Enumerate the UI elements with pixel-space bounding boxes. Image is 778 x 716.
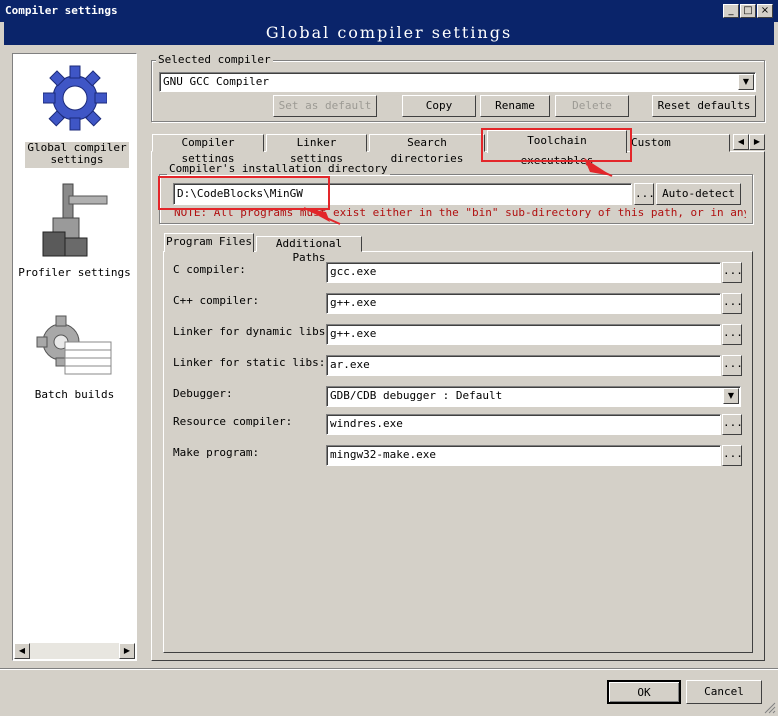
sidebar: Global compiler settings Profiler settin… [12,53,137,661]
reset-defaults-button[interactable]: Reset defaults [652,95,756,117]
sidebar-scrollbar[interactable]: ◀ ▶ [14,643,135,659]
window-titlebar[interactable]: Compiler settings _ □ × [0,0,778,22]
maximize-button[interactable]: □ [740,4,756,18]
footer-divider [0,668,778,670]
c-compiler-input[interactable]: gcc.exe [326,262,721,283]
cpp-compiler-browse-button[interactable]: ... [722,293,743,314]
linker-dynamic-browse-button[interactable]: ... [722,324,743,345]
selected-compiler-label: Selected compiler [156,53,273,66]
rename-button[interactable]: Rename [480,95,550,117]
ok-button[interactable]: OK [607,680,681,704]
chevron-down-icon[interactable]: ▼ [738,74,754,90]
scroll-left-button[interactable]: ◀ [14,643,30,659]
sidebar-item-label: Profiler settings [18,266,131,279]
sidebar-item-profiler-settings[interactable]: Profiler settings [15,178,134,282]
chevron-down-icon[interactable]: ▼ [723,388,739,404]
gear-stack-icon [35,312,115,382]
linker-static-input[interactable]: ar.exe [326,355,721,376]
resize-grip-icon[interactable] [764,702,776,714]
linker-dynamic-label: Linker for dynamic libs: [173,325,332,338]
debugger-select-value: GDB/CDB debugger : Default [330,389,503,402]
make-program-input[interactable]: mingw32-make.exe [326,445,721,466]
auto-detect-button[interactable]: Auto-detect [656,183,741,205]
copy-button[interactable]: Copy [402,95,476,117]
annotation-arrows [303,158,613,225]
sidebar-item-label: Batch builds [34,388,115,401]
window-title: Compiler settings [5,4,118,17]
sidebar-item-label: Global compiler settings [25,142,129,168]
linker-static-label: Linker for static libs: [173,356,326,369]
make-program-browse-button[interactable]: ... [722,445,743,466]
c-compiler-browse-button[interactable]: ... [722,262,743,283]
cancel-button[interactable]: Cancel [686,680,762,704]
cpp-compiler-input[interactable]: g++.exe [326,293,721,314]
compiler-select[interactable]: GNU GCC Compiler ▼ [159,72,756,92]
linker-static-browse-button[interactable]: ... [722,355,743,376]
resource-compiler-input[interactable]: windres.exe [326,414,721,435]
header-title: Global compiler settings [265,23,513,42]
close-button[interactable]: × [757,4,773,18]
caliper-icon [39,182,109,260]
tab-compiler-settings[interactable]: Compiler settings [152,134,264,165]
resource-compiler-browse-button[interactable]: ... [722,414,743,435]
linker-dynamic-input[interactable]: g++.exe [326,324,721,345]
sidebar-item-global-compiler-settings[interactable]: Global compiler settings [15,56,134,168]
tab-scroll-right-button[interactable]: ▶ [749,134,765,150]
delete-button[interactable]: Delete [555,95,629,117]
debugger-label: Debugger: [173,387,233,400]
set-as-default-button[interactable]: Set as default [273,95,377,117]
minimize-button[interactable]: _ [723,4,739,18]
scroll-right-button[interactable]: ▶ [119,643,135,659]
resource-compiler-label: Resource compiler: [173,415,293,428]
c-compiler-label: C compiler: [173,263,246,276]
tab-additional-paths[interactable]: Additional Paths [256,236,362,264]
debugger-select[interactable]: GDB/CDB debugger : Default ▼ [326,386,741,407]
tab-scroll-left-button[interactable]: ◀ [733,134,749,150]
compiler-select-value: GNU GCC Compiler [163,75,269,88]
gear-icon [42,58,108,140]
install-dir-browse-button[interactable]: ... [634,183,655,205]
dialog-header: Global compiler settings [4,22,774,45]
cpp-compiler-label: C++ compiler: [173,294,260,307]
tab-custom-variables[interactable]: Custom variables [630,134,730,152]
sidebar-item-batch-builds[interactable]: Batch builds [15,310,134,406]
make-program-label: Make program: [173,446,260,459]
tab-program-files[interactable]: Program Files [164,233,254,252]
